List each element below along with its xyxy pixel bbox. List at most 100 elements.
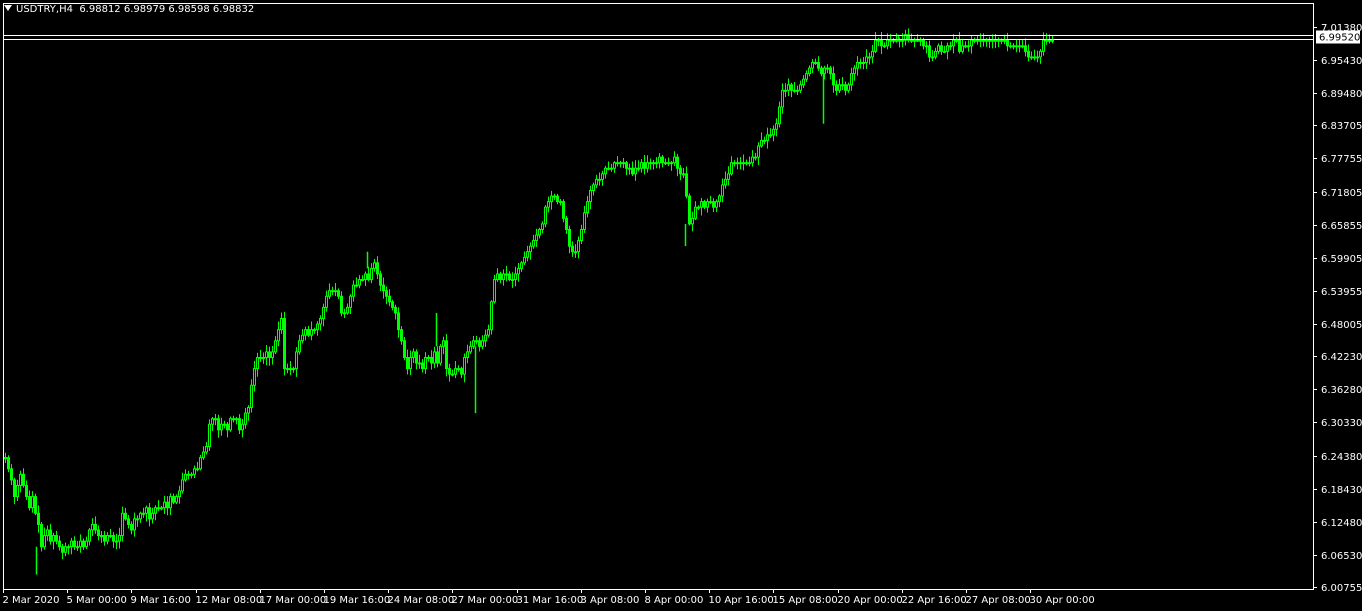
y-tick-label: 6.48005 [1321, 320, 1362, 331]
candle-body [418, 362, 421, 365]
candle-body [724, 178, 727, 186]
candle-body [562, 201, 565, 219]
candle-body [622, 162, 625, 165]
candle-body [259, 356, 262, 359]
dropdown-triangle-icon[interactable] [4, 5, 12, 11]
candle-body [52, 535, 55, 542]
candle-body [376, 262, 379, 275]
candle-body [1009, 45, 1012, 48]
price-chart[interactable]: 7.013806.954306.894806.837056.777556.718… [0, 0, 1362, 611]
candle-body [796, 89, 799, 92]
candle-body [292, 368, 295, 371]
candle-body [109, 535, 112, 538]
candle-body [205, 446, 208, 453]
candle-body [931, 56, 934, 59]
candle-body [334, 290, 337, 293]
candle-body [880, 39, 883, 47]
candle-body [646, 162, 649, 169]
candle-body [283, 318, 286, 370]
candle-body [889, 39, 892, 42]
x-tick-label: 9 Mar 16:00 [131, 595, 191, 606]
candle-body [985, 39, 988, 42]
candle-body [895, 39, 898, 42]
candle-body [445, 340, 448, 370]
y-tick-label: 6.77755 [1321, 154, 1362, 165]
candle-body [274, 340, 277, 353]
candle-body [343, 312, 346, 315]
candle-body [265, 351, 268, 358]
candle-body [460, 368, 463, 375]
candle-body [457, 368, 460, 371]
candle-body [601, 173, 604, 180]
candle-body [739, 162, 742, 165]
candle-body [148, 507, 151, 520]
candle-body [346, 306, 349, 314]
candle-body [463, 356, 466, 375]
candle-body [871, 50, 874, 58]
candle-body [202, 451, 205, 459]
candle-body [439, 345, 442, 364]
candle-body [106, 535, 109, 542]
candle-body [454, 368, 457, 375]
candle-body [982, 39, 985, 42]
candle-body [925, 45, 928, 48]
candle-body [118, 535, 121, 542]
candle-body [652, 162, 655, 165]
candle-body [178, 490, 181, 498]
candle-body [877, 39, 880, 42]
candle-body [319, 318, 322, 325]
candle-body [988, 39, 991, 42]
candle-body [769, 134, 772, 137]
candle-body [697, 206, 700, 209]
candle-body [751, 156, 754, 164]
y-tick-label: 6.18430 [1321, 485, 1362, 496]
x-tick-label: 3 Apr 08:00 [581, 595, 640, 606]
candle-body [835, 84, 838, 91]
candle-body [238, 418, 241, 431]
candle-body [247, 407, 250, 414]
candle-body [253, 368, 256, 386]
candle-body [37, 512, 40, 525]
candle-body [790, 84, 793, 91]
candle-body [61, 546, 64, 553]
candle-body [658, 156, 661, 164]
candle-body [355, 284, 358, 287]
candle-body [1006, 39, 1009, 47]
candle-body [490, 301, 493, 331]
candle-body [886, 39, 889, 47]
candle-body [268, 351, 271, 358]
candle-body [820, 67, 823, 75]
candle-body [223, 423, 226, 426]
candle-body [262, 356, 265, 359]
candle-body [10, 468, 13, 481]
candle-body [55, 535, 58, 542]
candle-body [451, 373, 454, 376]
candle-body [874, 39, 877, 52]
candle-body [1012, 45, 1015, 48]
candle-body [244, 412, 247, 425]
candle-body [1042, 39, 1045, 52]
x-tick-label: 2 Mar 2020 [3, 595, 60, 606]
candle-body [208, 423, 211, 448]
candle-body [493, 279, 496, 303]
candle-body [868, 56, 871, 59]
candle-body [637, 167, 640, 170]
candle-body [613, 162, 616, 169]
candle-body [997, 39, 1000, 42]
current-price-label: 6.99520 [1319, 33, 1360, 44]
candle-body [709, 201, 712, 204]
chart-header: USDTRY,H4 6.98812 6.98979 6.98598 6.9883… [4, 3, 254, 17]
candle-body [196, 468, 199, 471]
candle-body [436, 351, 439, 364]
candle-body [301, 334, 304, 342]
candle-body [100, 535, 103, 538]
candle-body [229, 418, 232, 431]
y-tick-label: 6.59905 [1321, 254, 1362, 265]
candle-body [946, 45, 949, 52]
candle-body [505, 273, 508, 276]
candle-body [943, 50, 946, 53]
candle-body [913, 39, 916, 42]
candle-body [1000, 39, 1003, 42]
chart-window[interactable]: 7.01380 6.95430 6.89480 6.83705 6.77755 6.718… [0, 0, 1362, 611]
candle-body [901, 39, 904, 42]
